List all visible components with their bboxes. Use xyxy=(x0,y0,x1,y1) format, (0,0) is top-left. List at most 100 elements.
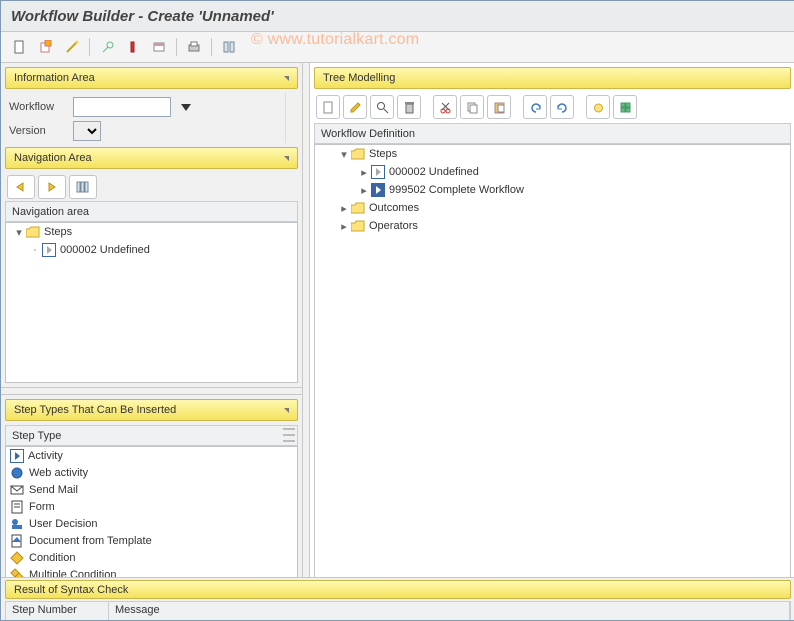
nav-item-label: 000002 Undefined xyxy=(60,244,150,256)
collapse-icon[interactable] xyxy=(284,76,289,81)
test-button[interactable] xyxy=(586,95,610,119)
syntax-check-header[interactable]: Result of Syntax Check xyxy=(5,580,791,599)
syntax-col-message[interactable]: Message xyxy=(109,602,790,621)
navigation-area-header[interactable]: Navigation Area xyxy=(5,147,298,169)
mail-icon xyxy=(10,483,25,497)
create-button[interactable] xyxy=(316,95,340,119)
new-document-icon[interactable] xyxy=(9,36,31,58)
step-icon xyxy=(42,243,56,257)
find-icon[interactable] xyxy=(96,36,118,58)
navigation-tree[interactable]: ▾ Steps · 000002 Undefined xyxy=(5,222,298,383)
info-scrollbar[interactable] xyxy=(285,93,302,143)
step-type-web-activity[interactable]: Web activity xyxy=(6,464,297,481)
step-type-form[interactable]: Form xyxy=(6,498,297,515)
expand-icon[interactable]: ▸ xyxy=(359,184,369,197)
folder-open-icon xyxy=(351,148,365,160)
workflow-definition-header: Workflow Definition xyxy=(314,123,791,144)
leaf-bullet-icon: · xyxy=(30,244,40,256)
redo-button[interactable] xyxy=(550,95,574,119)
information-area-header[interactable]: Information Area xyxy=(5,67,298,89)
navigation-area-label: Navigation Area xyxy=(14,152,92,164)
toolbar-separator xyxy=(176,38,177,56)
expand-icon[interactable]: ▾ xyxy=(339,148,349,161)
expand-icon[interactable]: ▸ xyxy=(359,166,369,179)
undo-button[interactable] xyxy=(523,95,547,119)
step-type-col-label: Step Type xyxy=(12,430,61,442)
step-undefined-icon xyxy=(371,165,385,179)
toolbar-separator xyxy=(211,38,212,56)
expand-icon[interactable]: ▾ xyxy=(14,226,24,239)
print-icon[interactable] xyxy=(183,36,205,58)
wd-step-label: 999502 Complete Workflow xyxy=(389,184,524,196)
user-decision-icon xyxy=(10,517,25,531)
step-type-send-mail[interactable]: Send Mail xyxy=(6,481,297,498)
display-button[interactable] xyxy=(370,95,394,119)
workflow-definition-tree[interactable]: ▾ Steps ▸ 000002 Undefined ▸ 999502 Comp… xyxy=(314,144,791,586)
collapse-icon[interactable] xyxy=(284,156,289,161)
cut-button[interactable] xyxy=(433,95,457,119)
syntax-col-stepnumber[interactable]: Step Number xyxy=(6,602,109,621)
nav-root-label: Steps xyxy=(44,226,72,238)
folder-open-icon xyxy=(26,226,40,238)
step-type-column-header: Step Type xyxy=(5,425,298,446)
nav-back-button[interactable] xyxy=(7,175,35,199)
paste-button[interactable] xyxy=(487,95,511,119)
information-area-fields: Workflow Version xyxy=(1,93,285,143)
nav-forward-button[interactable] xyxy=(38,175,66,199)
collapse-icon[interactable] xyxy=(284,408,289,413)
options-button[interactable] xyxy=(613,95,637,119)
wd-step-item[interactable]: ▸ 999502 Complete Workflow xyxy=(315,181,790,199)
step-complete-icon xyxy=(371,183,385,197)
step-type-list[interactable]: Activity Web activity Send Mail Form Use… xyxy=(5,446,298,586)
activate-icon[interactable] xyxy=(35,36,57,58)
wd-steps-label: Steps xyxy=(369,148,397,160)
activity-icon xyxy=(10,449,24,463)
step-types-header[interactable]: Step Types That Can Be Inserted xyxy=(5,399,298,421)
container-icon[interactable] xyxy=(148,36,170,58)
marker-icon[interactable] xyxy=(122,36,144,58)
version-select[interactable] xyxy=(73,121,101,141)
expand-icon[interactable]: ▸ xyxy=(339,202,349,215)
nav-tree-item[interactable]: · 000002 Undefined xyxy=(6,241,297,259)
syntax-check-label: Result of Syntax Check xyxy=(14,584,128,596)
tree-modelling-header[interactable]: Tree Modelling xyxy=(314,67,791,89)
wd-operators-label: Operators xyxy=(369,220,418,232)
wd-step-item[interactable]: ▸ 000002 Undefined xyxy=(315,163,790,181)
web-activity-icon xyxy=(10,466,25,480)
wd-steps-node[interactable]: ▾ Steps xyxy=(315,145,790,163)
workflow-input[interactable] xyxy=(73,97,171,117)
window-title: Workflow Builder - Create 'Unnamed' xyxy=(11,8,274,25)
wd-operators-node[interactable]: ▸ Operators xyxy=(315,217,790,235)
step-types-label: Step Types That Can Be Inserted xyxy=(14,404,176,416)
main-toolbar xyxy=(1,32,794,63)
workflow-definition-label: Workflow Definition xyxy=(321,128,415,140)
edit-button[interactable] xyxy=(343,95,367,119)
step-type-user-decision[interactable]: User Decision xyxy=(6,515,297,532)
step-type-document-template[interactable]: Document from Template xyxy=(6,532,297,549)
dropdown-arrow-icon[interactable] xyxy=(181,104,191,111)
layout-icon[interactable] xyxy=(218,36,240,58)
information-area-label: Information Area xyxy=(14,72,95,84)
copy-button[interactable] xyxy=(460,95,484,119)
step-type-activity[interactable]: Activity xyxy=(6,447,297,464)
vertical-splitter[interactable] xyxy=(302,63,310,590)
wd-outcomes-node[interactable]: ▸ Outcomes xyxy=(315,199,790,217)
grip-icon[interactable] xyxy=(283,428,295,442)
step-type-condition[interactable]: Condition xyxy=(6,549,297,566)
version-label: Version xyxy=(9,125,69,137)
folder-icon xyxy=(351,220,365,232)
nav-columns-button[interactable] xyxy=(69,175,97,199)
form-icon xyxy=(10,500,25,514)
wd-step-label: 000002 Undefined xyxy=(389,166,479,178)
toolbar-separator xyxy=(89,38,90,56)
expand-icon[interactable]: ▸ xyxy=(339,220,349,233)
navigation-toolbar xyxy=(1,173,302,201)
tree-modelling-label: Tree Modelling xyxy=(323,72,395,84)
horizontal-splitter[interactable] xyxy=(1,387,302,395)
delete-button[interactable] xyxy=(397,95,421,119)
workflow-label: Workflow xyxy=(9,101,69,113)
nav-tree-root[interactable]: ▾ Steps xyxy=(6,223,297,241)
wand-icon[interactable] xyxy=(61,36,83,58)
condition-icon xyxy=(10,551,25,565)
tree-modelling-toolbar xyxy=(310,91,794,123)
